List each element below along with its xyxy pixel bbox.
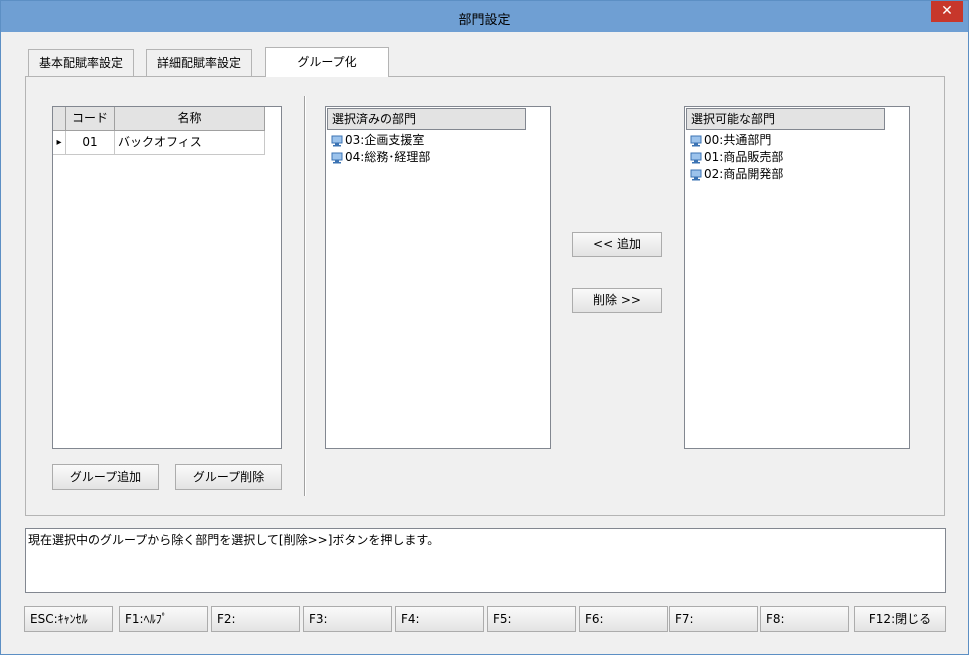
f6-button[interactable]: F6: (579, 606, 668, 632)
group-name-cell[interactable]: バックオフィス (115, 131, 265, 155)
selected-list-header: 選択済みの部門 (327, 108, 526, 130)
close-button[interactable]: ✕ (931, 1, 963, 22)
department-icon (331, 135, 343, 146)
list-item[interactable]: 02:商品開発部 (690, 166, 783, 183)
f5-button[interactable]: F5: (487, 606, 576, 632)
department-icon (690, 135, 702, 146)
status-message: 現在選択中のグループから除く部門を選択して[削除>>]ボタンを押します。 (25, 528, 946, 593)
department-settings-window: 部門設定 ✕ 基本配賦率設定 詳細配賦率設定 グループ化 コード 名称 ▸ 01… (0, 0, 969, 655)
department-icon (690, 169, 702, 180)
window-title: 部門設定 (458, 13, 511, 28)
f4-button[interactable]: F4: (395, 606, 484, 632)
delete-group-button[interactable]: グループ削除 (175, 464, 282, 490)
remove-department-button[interactable]: 削除 >> (572, 288, 662, 313)
list-item-label: 04:総務･経理部 (345, 150, 431, 164)
row-indicator: ▸ (53, 131, 66, 155)
tab-grouping[interactable]: グループ化 (265, 47, 389, 77)
selected-departments-list[interactable]: 選択済みの部門 03:企画支援室 04:総務･経理部 (325, 106, 551, 449)
column-header-code[interactable]: コード (66, 107, 115, 131)
department-icon (331, 152, 343, 163)
list-item[interactable]: 03:企画支援室 (331, 132, 424, 149)
f12-close-button[interactable]: F12:閉じる (854, 606, 946, 632)
title-bar[interactable]: 部門設定 ✕ (1, 1, 968, 32)
f8-button[interactable]: F8: (760, 606, 849, 632)
vertical-separator (304, 96, 306, 496)
esc-cancel-button[interactable]: ESC:ｷｬﾝｾﾙ (24, 606, 113, 632)
list-item-label: 03:企画支援室 (345, 133, 425, 147)
add-department-button[interactable]: << 追加 (572, 232, 662, 257)
f1-help-button[interactable]: F1:ﾍﾙﾌﾟ (119, 606, 208, 632)
column-header-name[interactable]: 名称 (115, 107, 265, 131)
group-grid[interactable]: コード 名称 ▸ 01 バックオフィス (52, 106, 282, 449)
available-list-header: 選択可能な部門 (686, 108, 885, 130)
list-item[interactable]: 04:総務･経理部 (331, 149, 430, 166)
list-item[interactable]: 00:共通部門 (690, 132, 771, 149)
add-group-button[interactable]: グループ追加 (52, 464, 159, 490)
department-icon (690, 152, 702, 163)
available-departments-list[interactable]: 選択可能な部門 00:共通部門 01:商品販売部 02:商品開発部 (684, 106, 910, 449)
list-item-label: 00:共通部門 (704, 133, 772, 147)
f2-button[interactable]: F2: (211, 606, 300, 632)
f3-button[interactable]: F3: (303, 606, 392, 632)
list-item-label: 02:商品開発部 (704, 167, 784, 181)
list-item[interactable]: 01:商品販売部 (690, 149, 783, 166)
f7-button[interactable]: F7: (669, 606, 758, 632)
tab-basic-allocation[interactable]: 基本配賦率設定 (28, 49, 135, 76)
tab-detailed-allocation[interactable]: 詳細配賦率設定 (146, 49, 253, 76)
group-code-cell[interactable]: 01 (66, 131, 115, 155)
row-header-corner (53, 107, 66, 131)
list-item-label: 01:商品販売部 (704, 150, 784, 164)
